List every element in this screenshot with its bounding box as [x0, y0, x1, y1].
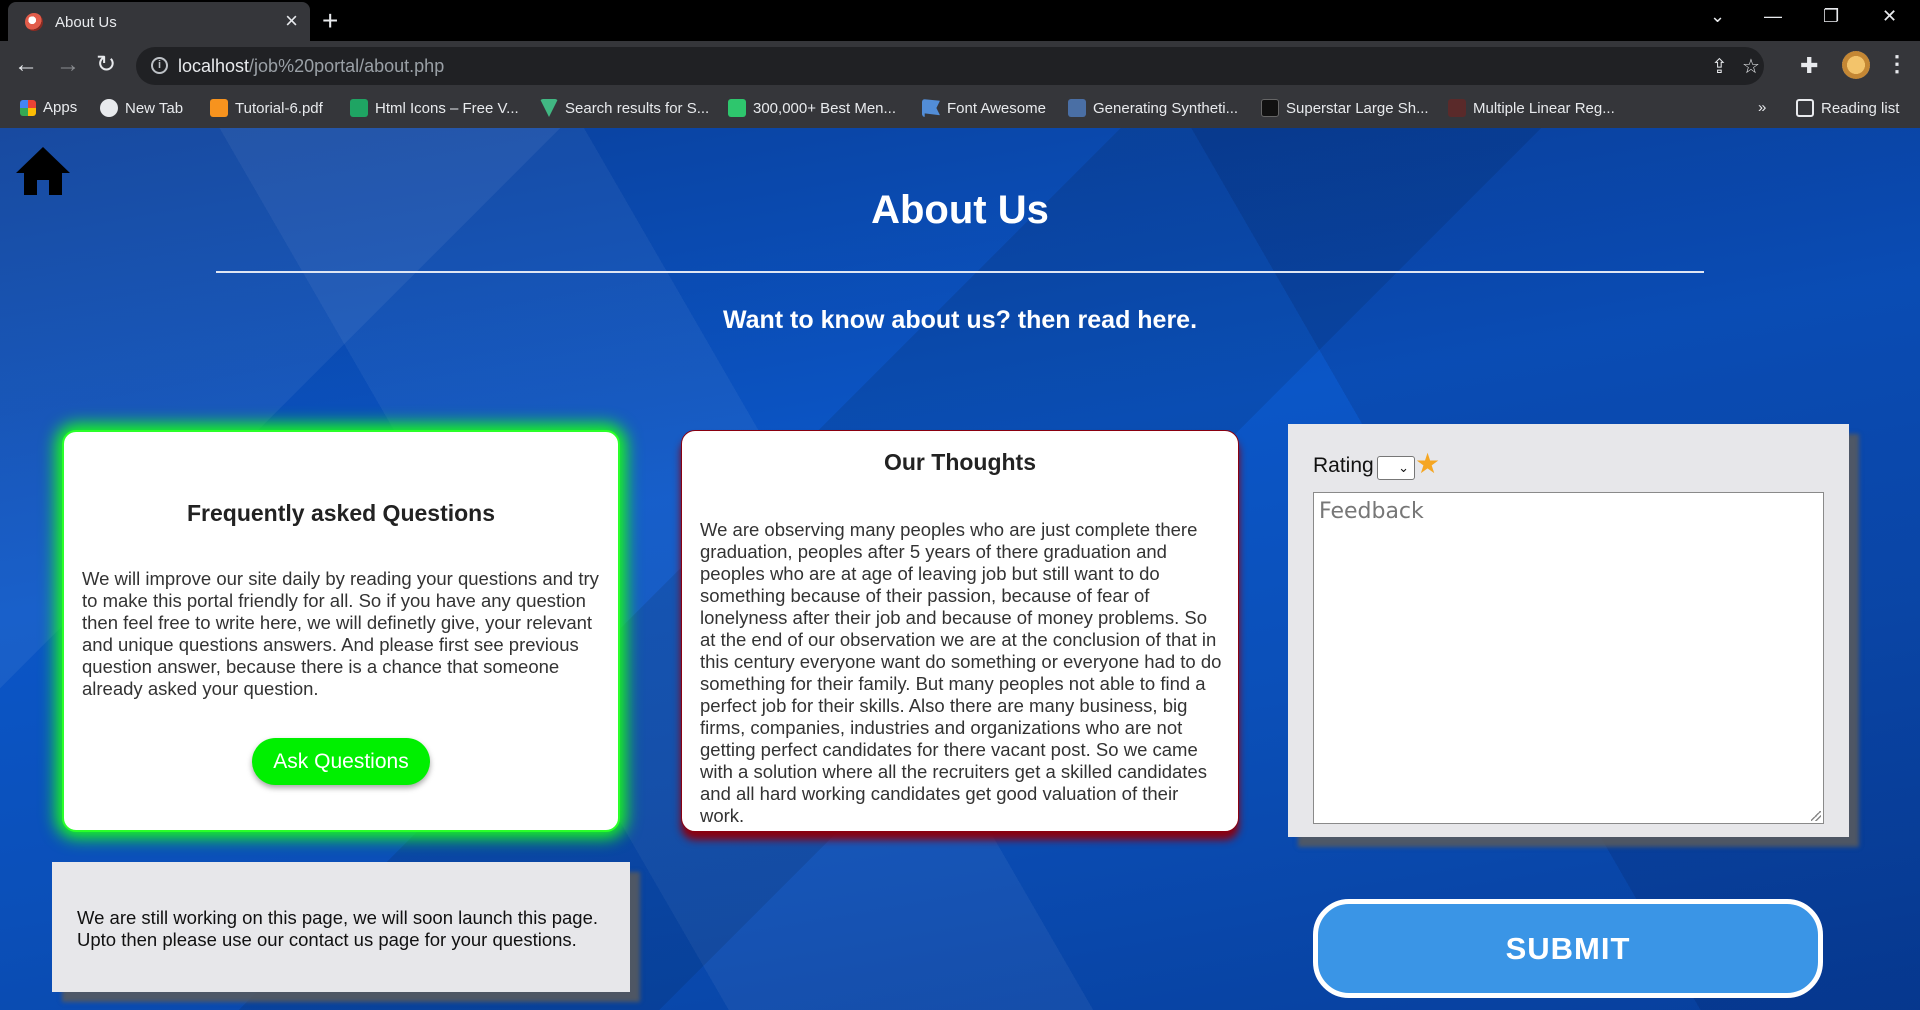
bookmark-search-results[interactable]: Search results for S... — [540, 99, 709, 117]
pixabay-icon — [728, 99, 746, 117]
bookmark-tutorial[interactable]: Tutorial-6.pdf — [210, 99, 323, 117]
ask-questions-button[interactable]: Ask Questions — [252, 738, 430, 785]
faq-card: Frequently asked Questions We will impro… — [62, 430, 620, 832]
globe-icon — [100, 99, 118, 117]
page-subtitle: Want to know about us? then read here. — [722, 306, 1198, 334]
resize-handle-icon[interactable] — [1811, 811, 1821, 821]
tab-strip: About Us × + ⌄ — ❐ ✕ — [0, 0, 1920, 41]
rating-select[interactable]: ⌄ — [1377, 456, 1415, 480]
feedback-placeholder: Feedback — [1319, 499, 1424, 524]
restore-icon[interactable]: ❐ — [1823, 6, 1839, 27]
notice-text: We are still working on this page, we wi… — [77, 907, 599, 950]
faq-text: We will improve our site daily by readin… — [82, 568, 599, 699]
tab-title: About Us — [55, 14, 117, 31]
submit-button[interactable]: SUBMIT — [1313, 899, 1823, 998]
bookmarks-overflow-icon[interactable]: » — [1758, 99, 1766, 116]
minimize-icon[interactable]: — — [1764, 6, 1782, 27]
forward-icon[interactable]: → — [56, 51, 80, 79]
thoughts-heading: Our Thoughts — [883, 449, 1037, 475]
flag-icon — [922, 99, 940, 117]
star-icon: ★ — [1415, 448, 1441, 479]
notice-box: We are still working on this page, we wi… — [52, 862, 630, 992]
faq-heading: Frequently asked Questions — [186, 500, 496, 526]
thoughts-text: We are observing many peoples who are ju… — [700, 519, 1222, 826]
about-page: About Us Want to know about us? then rea… — [0, 128, 1920, 1010]
bookmark-synthetic[interactable]: Generating Syntheti... — [1068, 99, 1238, 117]
bookmark-html-icons[interactable]: Html Icons – Free V... — [350, 99, 519, 117]
bookmark-font-awesome[interactable]: Font Awesome — [922, 99, 1046, 117]
bookmark-linear-reg[interactable]: Multiple Linear Reg... — [1448, 99, 1615, 117]
close-window-icon[interactable]: ✕ — [1882, 6, 1897, 27]
sds-icon — [1068, 99, 1086, 117]
moodle-icon — [210, 99, 228, 117]
bookmark-superstar[interactable]: Superstar Large Sh... — [1261, 99, 1429, 117]
tab-search-icon[interactable]: ⌄ — [1710, 6, 1725, 27]
dark-square-icon — [1261, 99, 1279, 117]
url-text[interactable]: localhost/job%20portal/about.php — [178, 56, 444, 77]
reading-list-icon — [1796, 99, 1814, 117]
reload-icon[interactable]: ↻ — [96, 51, 116, 79]
site-favicon-icon — [25, 13, 43, 31]
back-icon[interactable]: ← — [14, 51, 38, 79]
title-divider — [216, 271, 1704, 273]
share-icon[interactable]: ⇪ — [1711, 54, 1728, 79]
rating-label: Rating — [1313, 454, 1374, 477]
bookmarks-bar: Apps New Tab Tutorial-6.pdf Html Icons –… — [0, 91, 1920, 128]
new-tab-button[interactable]: + — [322, 5, 338, 37]
page-title: About Us — [871, 188, 1049, 232]
chevron-down-icon: ⌄ — [1398, 460, 1409, 475]
vue-icon — [540, 99, 558, 117]
bookmark-star-icon[interactable]: ☆ — [1742, 54, 1760, 79]
bookmark-apps[interactable]: Apps — [20, 99, 77, 116]
feedback-panel: Rating ⌄ ★ Feedback — [1288, 424, 1849, 837]
address-bar[interactable]: i localhost/job%20portal/about.php ⇪ ☆ — [136, 47, 1764, 85]
feedback-textarea[interactable]: Feedback — [1313, 492, 1824, 824]
tab-close-icon[interactable]: × — [285, 10, 298, 32]
extensions-icon[interactable]: ✚ — [1800, 53, 1818, 79]
bookmark-best-men[interactable]: 300,000+ Best Men... — [728, 99, 896, 117]
bookmark-new-tab[interactable]: New Tab — [100, 99, 183, 117]
reading-list[interactable]: Reading list — [1796, 99, 1899, 117]
browser-tab[interactable]: About Us × — [8, 2, 310, 41]
site-info-icon[interactable]: i — [151, 57, 168, 74]
browser-menu-icon[interactable]: ⋮ — [1886, 51, 1908, 77]
browser-toolbar: ← → ↻ i localhost/job%20portal/about.php… — [0, 41, 1920, 91]
sa-icon — [1448, 99, 1466, 117]
green-square-icon — [350, 99, 368, 117]
thoughts-card: Our Thoughts We are observing many peopl… — [681, 430, 1239, 832]
profile-avatar[interactable] — [1842, 51, 1870, 79]
apps-grid-icon — [20, 100, 36, 116]
